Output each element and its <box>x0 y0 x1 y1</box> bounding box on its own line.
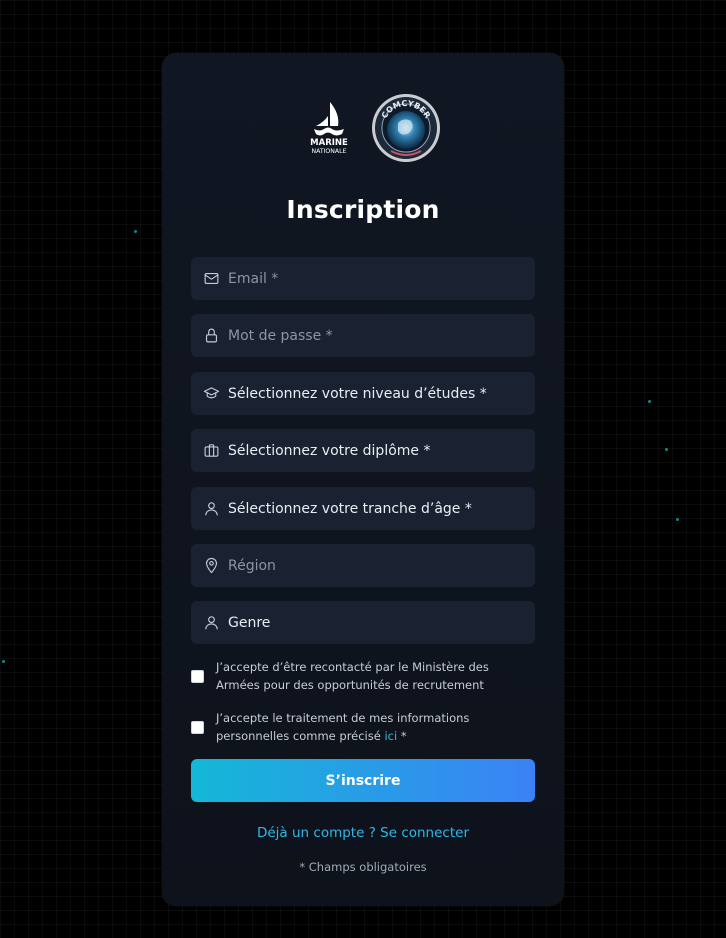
signup-button[interactable]: S’inscrire <box>191 759 535 802</box>
map-pin-icon <box>202 557 220 575</box>
background-dot <box>648 400 651 403</box>
gender-select-value: Genre <box>228 614 271 631</box>
recruitment-consent-row: J’accepte d’être recontacté par le Minis… <box>191 658 535 694</box>
gender-select[interactable]: Genre <box>191 601 535 644</box>
education-select-value: Sélectionnez votre niveau d’études * <box>228 385 487 402</box>
page-title: Inscription <box>286 195 440 224</box>
email-field[interactable] <box>191 257 535 300</box>
svg-text:NATIONALE: NATIONALE <box>311 148 346 155</box>
signup-card: MARINE NATIONALE COMCYBER Inscription Em… <box>162 53 564 906</box>
required-asterisk: * <box>400 729 407 743</box>
diploma-select-value: Sélectionnez votre diplôme * <box>228 442 431 459</box>
privacy-policy-link[interactable]: ici <box>384 729 397 743</box>
age-select[interactable]: Sélectionnez votre tranche d’âge * <box>191 487 535 530</box>
background-dot <box>676 518 679 521</box>
logos: MARINE NATIONALE COMCYBER <box>162 93 564 165</box>
mail-icon <box>202 270 220 288</box>
user-icon <box>202 614 220 632</box>
email-input[interactable] <box>228 270 518 287</box>
password-input[interactable] <box>228 327 518 344</box>
login-link[interactable]: Déjà un compte ? Se connecter <box>162 825 564 841</box>
lock-icon <box>202 327 220 345</box>
diploma-select[interactable]: Sélectionnez votre diplôme * <box>191 429 535 472</box>
privacy-consent-label: J’accepte le traitement de mes informati… <box>216 709 535 745</box>
privacy-consent-text: J’accepte le traitement de mes informati… <box>216 711 470 743</box>
region-input[interactable] <box>228 557 518 574</box>
recruitment-consent-label: J’accepte d’être recontacté par le Minis… <box>216 660 489 692</box>
recruitment-consent-checkbox[interactable] <box>191 669 204 683</box>
region-field[interactable] <box>191 544 535 587</box>
age-select-value: Sélectionnez votre tranche d’âge * <box>228 500 472 517</box>
user-icon <box>202 500 220 518</box>
comcyber-logo: COMCYBER <box>372 94 440 162</box>
briefcase-icon <box>202 442 220 460</box>
background-dot <box>134 230 137 233</box>
background-dot <box>2 660 5 663</box>
required-fields-note: * Champs obligatoires <box>299 860 427 874</box>
privacy-consent-row: J’accepte le traitement de mes informati… <box>191 709 535 745</box>
marine-nationale-logo: MARINE NATIONALE <box>310 98 348 155</box>
education-select[interactable]: Sélectionnez votre niveau d’études * <box>191 372 535 415</box>
privacy-consent-checkbox[interactable] <box>191 720 204 734</box>
password-field[interactable] <box>191 314 535 357</box>
svg-text:MARINE: MARINE <box>310 138 348 148</box>
background-dot <box>665 448 668 451</box>
graduation-cap-icon <box>202 385 220 403</box>
